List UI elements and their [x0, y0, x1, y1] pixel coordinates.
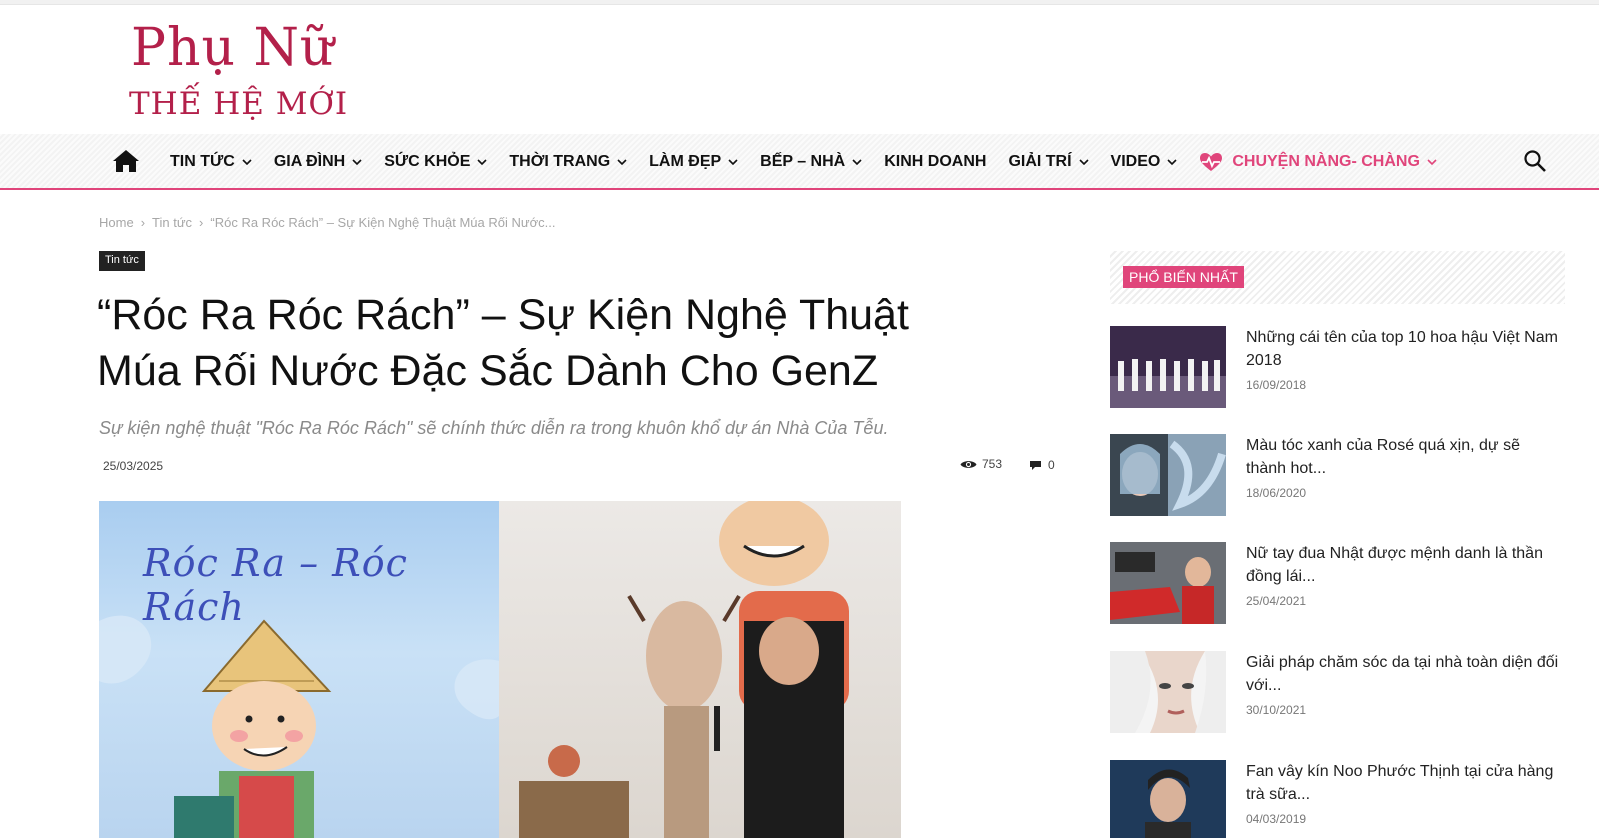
puppet-character-illustration	[99, 615, 499, 838]
popular-item-title-line: với...	[1246, 677, 1282, 694]
popular-item-title[interactable]: Giải pháp chăm sóc da tại nhà toàn diện …	[1246, 651, 1566, 697]
popular-item[interactable]: Những cái tên của top 10 hoa hậu Việt Na…	[1110, 326, 1565, 410]
article-subtitle: Sự kiện nghệ thuật "Róc Ra Róc Rách" sẽ …	[99, 418, 889, 438]
article-title: “Róc Ra Róc Rách” – Sự Kiện Nghệ Thuật M…	[97, 287, 1057, 399]
popular-item[interactable]: Giải pháp chăm sóc da tại nhà toàn diện …	[1110, 651, 1565, 735]
popular-item-date: 30/10/2021	[1246, 703, 1307, 717]
chevron-down-icon	[1078, 158, 1089, 165]
nav-label: BẾP – NHÀ	[760, 153, 846, 170]
popular-item[interactable]: Màu tóc xanh của Rosé quá xịn, dự sẽ thàn…	[1110, 434, 1565, 518]
nav-item-tin-tuc[interactable]: TIN TỨC	[170, 153, 252, 171]
featured-image-illustration: Róc Ra – Róc Rách	[99, 501, 499, 838]
breadcrumb-home[interactable]: Home	[99, 215, 134, 230]
popular-item-title[interactable]: Màu tóc xanh của Rosé quá xịn, dự sẽ thàn…	[1246, 434, 1566, 480]
popular-item-thumbnail[interactable]	[1110, 760, 1226, 838]
nav-label: KINH DOANH	[884, 153, 987, 170]
pageant-stage-image	[1110, 326, 1226, 408]
article-date: 25/03/2025	[103, 459, 164, 473]
nav-label: CHUYỆN NÀNG- CHÀNG	[1232, 153, 1420, 170]
nav-item-thoi-trang[interactable]: THỜI TRANG	[509, 153, 627, 171]
popular-item-date: 25/04/2021	[1246, 594, 1307, 608]
logo-title: Phụ Nữ	[131, 18, 335, 78]
popular-item-title-line: Những cái tên của top 10 hoa hậu Việt Na…	[1246, 329, 1558, 346]
popular-item-date: 04/03/2019	[1246, 812, 1307, 826]
featured-image: Róc Ra – Róc Rách	[99, 501, 901, 838]
popular-item[interactable]: Fan vây kín Noo Phước Thịnh tại cửa hàng…	[1110, 760, 1565, 838]
popular-item-title-line: 2018	[1246, 352, 1282, 369]
puppet-photo-illustration	[519, 501, 849, 838]
popular-item-title-line: Giải pháp chăm sóc da tại nhà toàn diện …	[1246, 654, 1559, 671]
nav-item-lam-dep[interactable]: LÀM ĐẸP	[649, 153, 738, 171]
logo-subtitle: THẾ HỆ MỚI	[129, 86, 349, 122]
nav-label: VIDEO	[1110, 153, 1161, 170]
popular-item-title-line: Nữ tay đua Nhật được mệnh danh là thần	[1246, 545, 1543, 562]
search-icon[interactable]	[1523, 149, 1547, 173]
nav-item-giai-tri[interactable]: GIẢI TRÍ	[1008, 153, 1089, 171]
popular-item-title[interactable]: Nữ tay đua Nhật được mệnh danh là thần đồ…	[1246, 542, 1566, 588]
chevron-down-icon	[477, 158, 487, 165]
popular-item-date: 16/09/2018	[1246, 378, 1307, 392]
comment-count[interactable]: 0	[1029, 458, 1055, 472]
popular-item-thumbnail[interactable]	[1110, 542, 1226, 624]
popular-item[interactable]: Nữ tay đua Nhật được mệnh danh là thần đồ…	[1110, 542, 1565, 626]
article-title-line2: Múa Rối Nước Đặc Sắc Dành Cho GenZ	[97, 347, 879, 395]
popular-item-date: 18/06/2020	[1246, 486, 1307, 500]
view-count: 753	[960, 457, 1002, 471]
chevron-down-icon	[617, 158, 627, 165]
popular-item-title-line: thành hot...	[1246, 460, 1327, 477]
nav-item-gia-dinh[interactable]: GIA ĐÌNH	[274, 153, 362, 171]
popular-item-thumbnail[interactable]	[1110, 434, 1226, 516]
popular-widget-header: PHỔ BIẾN NHẤT	[1110, 251, 1565, 304]
breadcrumb-separator: ›	[199, 215, 204, 230]
nav-item-kinh-doanh[interactable]: KINH DOANH	[884, 153, 986, 171]
eye-icon	[960, 460, 977, 468]
nav-label: THỜI TRANG	[509, 153, 611, 170]
breadcrumb: Home › Tin tức › “Róc Ra Róc Rách” – Sự Kiện…	[99, 215, 555, 230]
nav-label: TIN TỨC	[170, 153, 235, 170]
chevron-down-icon	[1427, 158, 1437, 165]
category-badge[interactable]: Tin tức	[99, 251, 145, 271]
article-title-line1: “Róc Ra Róc Rách” – Sự Kiện Nghệ Thuật	[97, 291, 909, 339]
comment-icon	[1030, 460, 1041, 470]
nav-menu: TIN TỨC GIA ĐÌNH SỨC KHỎE THỜI TRANG LÀM…	[170, 134, 1459, 190]
race-driver-image	[1110, 542, 1226, 624]
site-logo[interactable]: Phụ Nữ THẾ HỆ MỚI	[129, 16, 369, 126]
popular-item-title[interactable]: Fan vây kín Noo Phước Thịnh tại cửa hàng…	[1246, 760, 1566, 806]
singer-image	[1110, 760, 1226, 838]
comment-count-value: 0	[1048, 458, 1055, 472]
breadcrumb-current: “Róc Ra Róc Rách” – Sự Kiện Nghệ Thuật M…	[210, 215, 556, 230]
nav-label: SỨC KHỎE	[384, 153, 471, 170]
popular-item-title-line: trà sữa...	[1246, 786, 1311, 803]
popular-item-title[interactable]: Những cái tên của top 10 hoa hậu Việt Na…	[1246, 326, 1566, 372]
nav-item-suc-khoe[interactable]: SỨC KHỎE	[384, 153, 487, 171]
popular-item-title-line: Màu tóc xanh của Rosé quá xịn, dự sẽ	[1246, 437, 1520, 454]
popular-item-thumbnail[interactable]	[1110, 326, 1226, 408]
chevron-down-icon	[242, 158, 252, 165]
main-nav: TIN TỨC GIA ĐÌNH SỨC KHỎE THỜI TRANG LÀM…	[0, 134, 1599, 190]
nav-label: LÀM ĐẸP	[649, 153, 722, 170]
nav-item-chuyen-nang-chang[interactable]: CHUYỆN NÀNG- CHÀNG	[1199, 152, 1437, 172]
chevron-down-icon	[1167, 158, 1177, 165]
popular-item-title-line: đồng lái...	[1246, 568, 1316, 585]
chevron-down-icon	[352, 158, 362, 165]
blue-hair-image	[1110, 434, 1226, 516]
breadcrumb-category[interactable]: Tin tức	[152, 215, 192, 230]
top-border	[0, 0, 1599, 5]
chevron-down-icon	[728, 158, 738, 165]
heart-pulse-icon	[1200, 153, 1223, 171]
home-icon[interactable]	[112, 147, 140, 175]
view-count-value: 753	[982, 457, 1003, 471]
breadcrumb-separator: ›	[140, 215, 146, 230]
nav-item-bep-nha[interactable]: BẾP – NHÀ	[760, 153, 862, 171]
featured-image-photo	[499, 501, 901, 838]
popular-item-thumbnail[interactable]	[1110, 651, 1226, 733]
popular-item-title-line: Fan vây kín Noo Phước Thịnh tại cửa hàng	[1246, 763, 1554, 780]
nav-label: GIẢI TRÍ	[1008, 153, 1072, 170]
popular-widget-title: PHỔ BIẾN NHẤT	[1123, 266, 1244, 288]
nav-label: GIA ĐÌNH	[273, 153, 346, 170]
skincare-face-image	[1110, 651, 1226, 733]
nav-item-video[interactable]: VIDEO	[1111, 153, 1178, 171]
chevron-down-icon	[852, 158, 862, 165]
